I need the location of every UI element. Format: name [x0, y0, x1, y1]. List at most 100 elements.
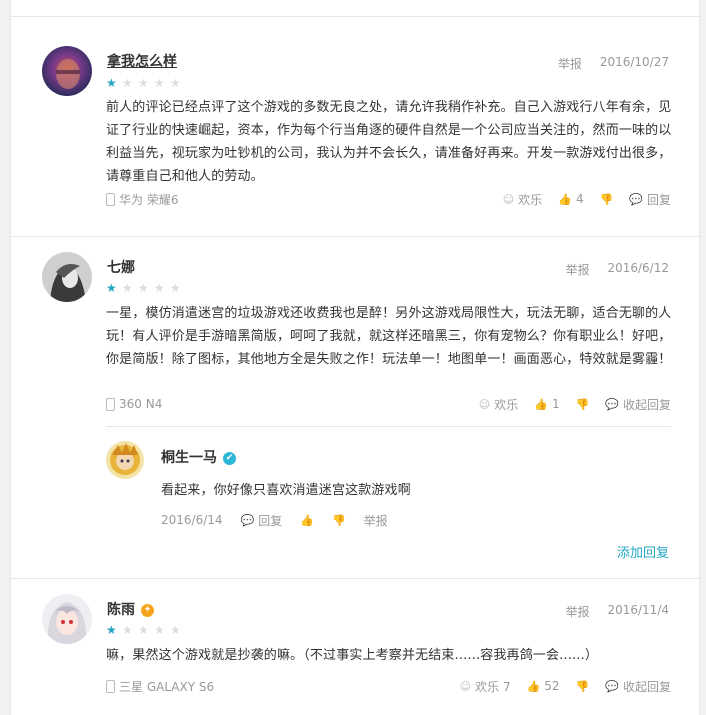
reply-username[interactable]: 桐生一马 ✔ — [161, 448, 236, 468]
star-icon: ★ — [138, 76, 149, 90]
dislike-button[interactable]: 👎 — [332, 514, 346, 527]
funny-button[interactable]: ☺ 欢乐 7 — [460, 678, 511, 695]
like-button[interactable]: 👍 52 — [527, 679, 560, 693]
smile-icon: ☺ — [502, 192, 515, 206]
star-icon: ★ — [154, 76, 165, 90]
reviews-panel: 拿我怎么样 ★ ★ ★ ★ ★ 举报 2016/10/27 前人的评论已经点评了… — [10, 0, 700, 715]
like-button[interactable]: 👍 — [300, 514, 314, 527]
rating-stars: ★ ★ ★ ★ ★ — [106, 282, 182, 294]
username-text[interactable]: 七娜 — [107, 258, 135, 278]
phone-icon — [106, 192, 115, 206]
username[interactable]: 陈雨 ✦ — [107, 600, 154, 620]
star-icon: ★ — [138, 623, 149, 637]
like-count: 52 — [544, 679, 560, 693]
report-link[interactable]: 举报 — [565, 603, 589, 620]
collapse-reply-button[interactable]: 💬 收起回复 — [605, 396, 671, 413]
username-text[interactable]: 拿我怎么样 — [107, 52, 177, 72]
thumbs-up-icon: 👍 — [534, 397, 548, 411]
review-meta: 举报 2016/6/12 — [565, 261, 669, 278]
avatar[interactable] — [42, 252, 92, 302]
rating-stars: ★ ★ ★ ★ ★ — [106, 77, 182, 89]
divider — [11, 236, 699, 237]
star-icon: ★ — [122, 281, 133, 295]
report-link[interactable]: 举报 — [558, 55, 582, 72]
star-icon: ★ — [138, 281, 149, 295]
like-button[interactable]: 👍 1 — [534, 397, 559, 411]
review-footer: 三星 GALAXY S6 ☺ 欢乐 7 👍 52 👎 💬 收起回复 — [106, 677, 671, 695]
star-icon: ★ — [154, 281, 165, 295]
reply-label: 回复 — [258, 513, 283, 528]
thumbs-down-icon: 👎 — [331, 513, 346, 527]
username[interactable]: 拿我怎么样 — [107, 52, 177, 72]
review-date: 2016/6/12 — [607, 261, 669, 275]
username-text[interactable]: 陈雨 — [107, 600, 135, 620]
phone-icon — [106, 679, 115, 693]
collapse-reply-button[interactable]: 💬 收起回复 — [605, 678, 671, 695]
reply-content: 看起来，你好像只喜欢消遣迷宫这款游戏啊 — [161, 483, 411, 498]
funny-label: 欢乐 7 — [475, 679, 511, 694]
device-info: 360 N4 — [106, 397, 162, 411]
reply-date: 2016/6/14 — [161, 513, 223, 527]
phone-icon — [106, 397, 115, 411]
avatar[interactable] — [42, 594, 92, 644]
rating-stars: ★ ★ ★ ★ ★ — [106, 624, 182, 636]
dislike-button[interactable]: 👎 — [600, 193, 614, 206]
star-icon: ★ — [170, 76, 181, 90]
thumbs-down-icon: 👎 — [575, 397, 590, 411]
like-button[interactable]: 👍 4 — [558, 192, 583, 206]
vip-badge-icon: ✦ — [141, 603, 154, 617]
thumbs-down-icon: 👎 — [575, 679, 590, 693]
comment-icon: 💬 — [605, 679, 619, 693]
review-date: 2016/11/4 — [607, 603, 669, 617]
review-content: 嘛，果然这个游戏就是抄袭的嘛。（不过事实上考察并无结束......容我再鸽一会.… — [106, 648, 598, 663]
avatar[interactable] — [42, 46, 92, 96]
review-meta: 举报 2016/10/27 — [558, 55, 669, 72]
review-meta: 举报 2016/11/4 — [565, 603, 669, 620]
reply-avatar[interactable] — [106, 441, 144, 479]
reply-username-text[interactable]: 桐生一马 — [161, 448, 217, 468]
funny-button[interactable]: ☺ 欢乐 — [503, 191, 542, 208]
reply-button[interactable]: 💬 回复 — [241, 512, 283, 529]
username[interactable]: 七娜 — [107, 258, 135, 278]
like-count: 4 — [575, 192, 584, 206]
review-content: 一星，模仿消遣迷宫的垃圾游戏还收费我也是醉！另外这游戏局限性大，玩法无聊，适合无… — [106, 306, 672, 367]
smile-icon: ☺ — [459, 679, 472, 693]
thumbs-down-icon: 👎 — [599, 192, 614, 206]
reply-label: 收起回复 — [622, 397, 671, 412]
divider — [106, 426, 671, 427]
like-count: 1 — [551, 397, 560, 411]
dislike-button[interactable]: 👎 — [576, 398, 590, 411]
star-icon: ★ — [106, 623, 117, 637]
report-link[interactable]: 举报 — [364, 512, 388, 529]
star-icon: ★ — [122, 76, 133, 90]
device-name: 三星 GALAXY S6 — [119, 679, 215, 694]
funny-button[interactable]: ☺ 欢乐 — [479, 396, 518, 413]
review-footer: 华为 荣耀6 ☺ 欢乐 👍 4 👎 💬 回复 — [106, 190, 671, 208]
device-info: 三星 GALAXY S6 — [106, 678, 214, 695]
thumbs-up-icon: 👍 — [558, 192, 572, 206]
comment-icon: 💬 — [240, 513, 255, 527]
dislike-button[interactable]: 👎 — [576, 680, 590, 693]
add-reply-link[interactable]: 添加回复 — [617, 542, 669, 561]
device-name: 华为 荣耀6 — [119, 192, 179, 207]
star-icon: ★ — [170, 281, 181, 295]
star-icon: ★ — [122, 623, 133, 637]
star-icon: ★ — [106, 76, 117, 90]
funny-label: 欢乐 — [494, 397, 519, 412]
star-icon: ★ — [154, 623, 165, 637]
smile-icon: ☺ — [478, 397, 491, 411]
thumbs-up-icon: 👍 — [526, 679, 541, 693]
review-date: 2016/10/27 — [599, 55, 669, 69]
reply-label: 回复 — [646, 192, 671, 207]
reply-label: 收起回复 — [622, 679, 671, 694]
star-icon: ★ — [106, 281, 117, 295]
device-info: 华为 荣耀6 — [106, 191, 178, 208]
thumbs-up-icon: 👍 — [300, 513, 314, 527]
review-footer: 360 N4 ☺ 欢乐 👍 1 👎 💬 收起回复 — [106, 395, 671, 413]
report-link[interactable]: 举报 — [565, 261, 589, 278]
review-content: 前人的评论已经点评了这个游戏的多数无良之处，请允许我稍作补充。自己入游戏行八年有… — [106, 100, 672, 184]
comment-icon: 💬 — [629, 192, 643, 206]
star-icon: ★ — [170, 623, 181, 637]
reply-button[interactable]: 💬 回复 — [629, 191, 671, 208]
reply-footer: 2016/6/14 💬 回复 👍 👎 举报 — [161, 511, 461, 529]
